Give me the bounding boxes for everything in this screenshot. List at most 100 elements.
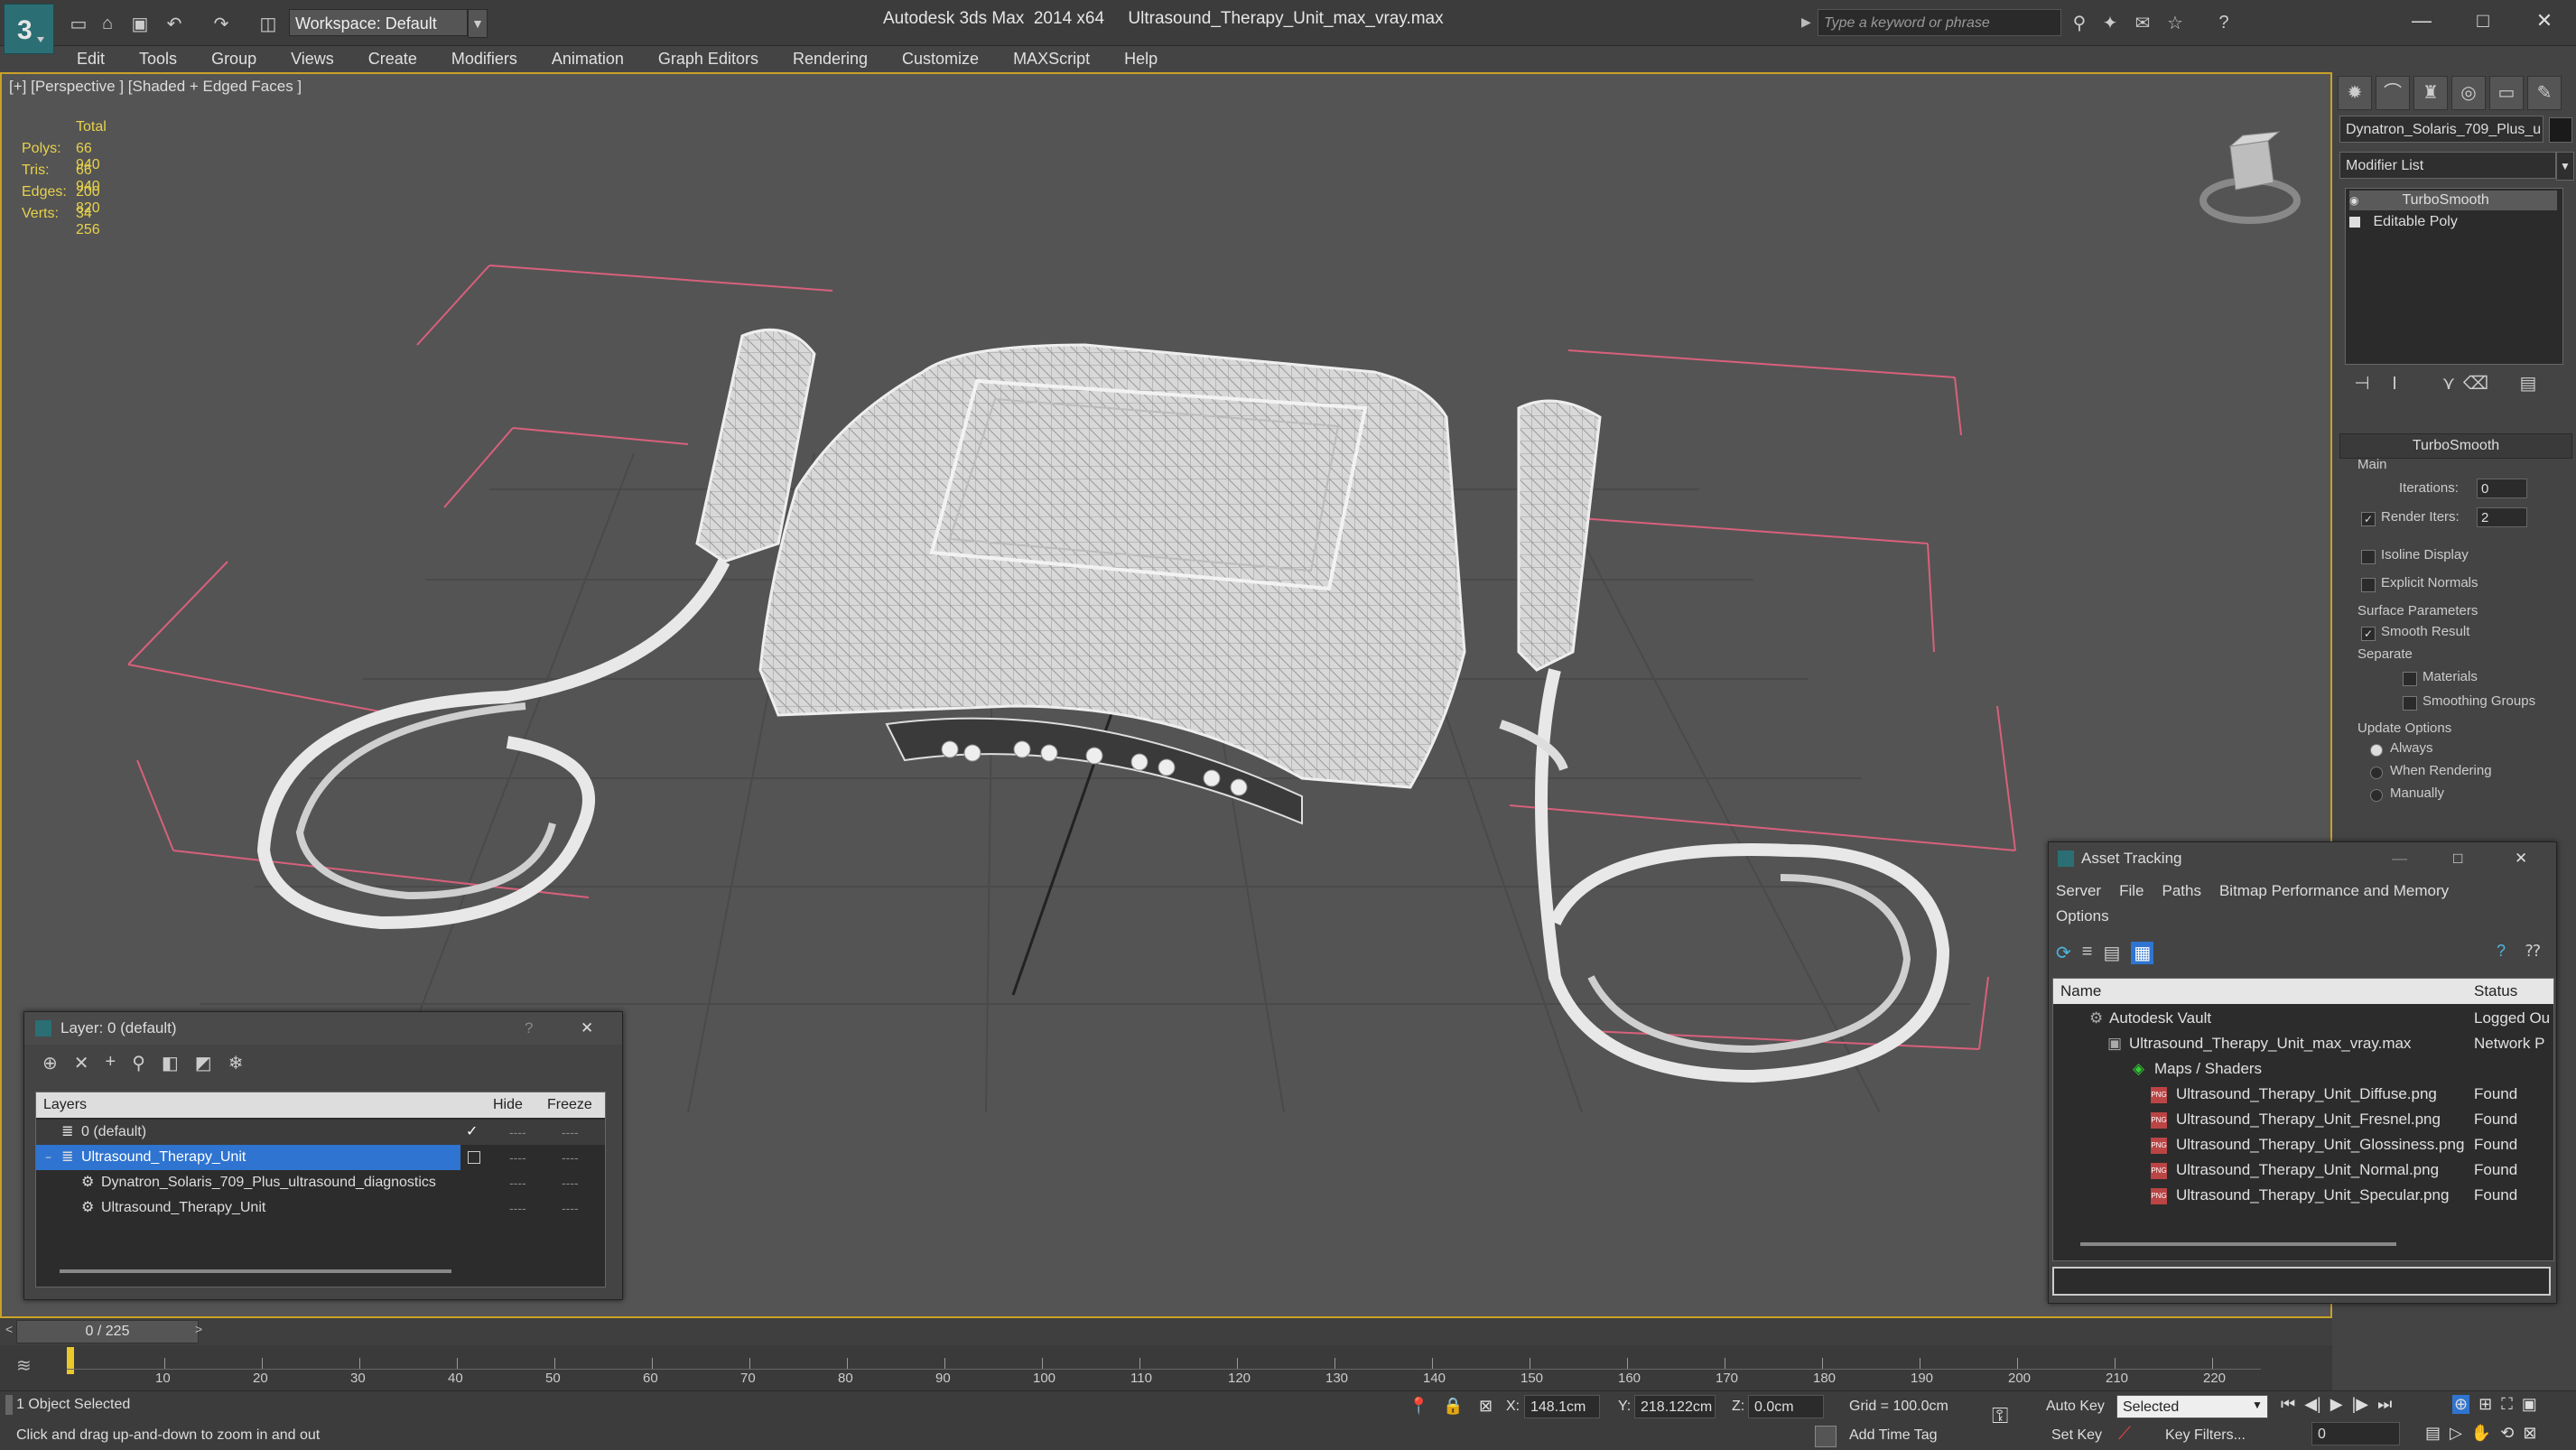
- menu-create[interactable]: Create: [351, 45, 434, 72]
- subscription-icon[interactable]: ✦: [2098, 11, 2122, 34]
- current-frame-marker[interactable]: [67, 1347, 74, 1374]
- freeze-column-header[interactable]: Freeze: [547, 1092, 592, 1118]
- freeze-all-icon[interactable]: ❄: [228, 1052, 244, 1074]
- select-objects-icon[interactable]: ⚲: [132, 1052, 145, 1074]
- stack-item-editable-poly[interactable]: Editable Poly: [2349, 212, 2557, 232]
- delete-layer-icon[interactable]: ✕: [74, 1052, 89, 1074]
- viewport-label[interactable]: [+] [Perspective ] [Shaded + Edged Faces…: [9, 78, 302, 96]
- time-slider-thumb[interactable]: 0 / 225: [16, 1320, 199, 1343]
- help-icon[interactable]: ?: [2497, 942, 2506, 961]
- search-expand-icon[interactable]: ▶: [1801, 14, 1811, 30]
- lightbulb-icon[interactable]: ◉: [2349, 191, 2362, 210]
- right-probe-mesh[interactable]: [1499, 399, 1950, 1083]
- maximize-button[interactable]: □: [2453, 842, 2462, 875]
- y-coordinate-field[interactable]: 218.122cm: [1634, 1395, 1716, 1418]
- collapse-icon[interactable]: −: [45, 1145, 51, 1170]
- next-frame-icon[interactable]: >: [195, 1322, 202, 1336]
- next-key-icon[interactable]: |▶: [2352, 1395, 2369, 1414]
- orbit-icon[interactable]: ⟲: [2500, 1424, 2514, 1443]
- turbosmooth-rollout-header[interactable]: TurboSmooth: [2339, 433, 2572, 459]
- horizontal-scrollbar[interactable]: [2080, 1242, 2396, 1246]
- iterations-spinner[interactable]: 0: [2477, 479, 2527, 498]
- layer-manager-titlebar[interactable]: Layer: 0 (default) ? ✕: [24, 1012, 622, 1045]
- help-icon[interactable]: ?: [2212, 11, 2236, 34]
- modifier-list-dropdown[interactable]: Modifier List: [2339, 152, 2556, 179]
- chevron-down-icon[interactable]: ▼: [468, 9, 488, 38]
- question-context-icon[interactable]: ⁇: [2525, 942, 2541, 961]
- maximize-viewport-icon[interactable]: ▣: [2522, 1395, 2537, 1414]
- set-active-box[interactable]: [468, 1151, 480, 1164]
- hierarchy-tab-icon[interactable]: ♜: [2413, 76, 2448, 110]
- asset-row[interactable]: PNG Ultrasound_Therapy_Unit_Glossiness.p…: [2053, 1132, 2553, 1157]
- detail-view-icon[interactable]: ▤: [2103, 942, 2120, 964]
- smooth-result-checkbox[interactable]: ✓: [2361, 627, 2376, 641]
- zoom-all-icon[interactable]: ⊞: [2478, 1395, 2492, 1414]
- zoom-extents-icon[interactable]: ⛶: [2501, 1395, 2513, 1414]
- freeze-toggle[interactable]: ----: [562, 1120, 579, 1145]
- motion-tab-icon[interactable]: ◎: [2451, 76, 2486, 110]
- isolate-selection-icon[interactable]: 📍: [1409, 1397, 1428, 1416]
- asset-row[interactable]: PNG Ultrasound_Therapy_Unit_Fresnel.png …: [2053, 1107, 2553, 1132]
- menu-animation[interactable]: Animation: [535, 45, 641, 72]
- close-icon[interactable]: ✕: [2515, 842, 2527, 875]
- layer-row[interactable]: ≣ 0 (default) ✓ ---- ----: [36, 1120, 605, 1145]
- previous-key-icon[interactable]: ◀|: [2304, 1395, 2321, 1414]
- menu-modifiers[interactable]: Modifiers: [434, 45, 535, 72]
- layer-row[interactable]: − ≣ Ultrasound_Therapy_Unit ---- ----: [36, 1145, 605, 1170]
- project-folder-icon[interactable]: ◫: [256, 12, 280, 35]
- search-input[interactable]: Type a keyword or phrase: [1818, 9, 2061, 36]
- close-icon[interactable]: ✕: [581, 1012, 593, 1045]
- maxscript-listener-grip[interactable]: [5, 1395, 13, 1415]
- menu-tools[interactable]: Tools: [122, 45, 194, 72]
- auto-key-button[interactable]: Auto Key: [2046, 1399, 2105, 1415]
- z-coordinate-field[interactable]: 0.0cm: [1748, 1395, 1824, 1418]
- asset-row[interactable]: PNG Ultrasound_Therapy_Unit_Specular.png…: [2053, 1183, 2553, 1208]
- menu-options[interactable]: Options: [2056, 907, 2109, 925]
- render-iters-spinner[interactable]: 2: [2477, 507, 2527, 527]
- menu-rendering[interactable]: Rendering: [776, 45, 885, 72]
- freeze-toggle[interactable]: ----: [562, 1170, 579, 1195]
- communication-icon[interactable]: ✉: [2131, 11, 2154, 34]
- pan-view-icon[interactable]: ✋: [2471, 1424, 2491, 1443]
- smoothing-groups-checkbox[interactable]: [2403, 696, 2417, 711]
- explicit-normals-checkbox[interactable]: [2361, 578, 2376, 592]
- menu-group[interactable]: Group: [194, 45, 274, 72]
- go-to-end-icon[interactable]: ⏭: [2377, 1395, 2392, 1414]
- remove-modifier-icon[interactable]: ⌫: [2462, 370, 2489, 397]
- asset-row[interactable]: ◈ Maps / Shaders: [2053, 1056, 2553, 1082]
- ultrasound-unit-mesh[interactable]: [758, 343, 1466, 825]
- freeze-toggle[interactable]: ----: [562, 1195, 579, 1221]
- materials-checkbox[interactable]: [2403, 672, 2417, 686]
- min-max-toggle-icon[interactable]: ⊠: [2523, 1424, 2536, 1443]
- play-icon[interactable]: ▶: [2330, 1395, 2343, 1414]
- binoculars-icon[interactable]: ⚲: [2068, 11, 2091, 34]
- highlight-layer-icon[interactable]: ◧: [162, 1052, 179, 1074]
- display-tab-icon[interactable]: ▭: [2489, 76, 2524, 110]
- key-mode-dropdown[interactable]: Selected: [2116, 1395, 2268, 1418]
- left-probe-mesh[interactable]: [256, 328, 816, 930]
- redo-icon[interactable]: ↷: [209, 12, 233, 35]
- menu-maxscript[interactable]: MAXScript: [996, 45, 1107, 72]
- asset-row[interactable]: PNG Ultrasound_Therapy_Unit_Diffuse.png …: [2053, 1082, 2553, 1107]
- time-tag-icon[interactable]: [1815, 1426, 1837, 1447]
- freeze-toggle[interactable]: ----: [562, 1145, 579, 1170]
- chevron-down-icon[interactable]: ▼: [2556, 152, 2574, 181]
- status-column-header[interactable]: Status: [2474, 979, 2517, 1004]
- configure-modifier-sets-icon[interactable]: ▤: [2515, 370, 2542, 397]
- hide-toggle[interactable]: ----: [509, 1170, 526, 1195]
- hide-toggle[interactable]: ----: [509, 1195, 526, 1221]
- asset-row[interactable]: ▣ Ultrasound_Therapy_Unit_max_vray.max N…: [2053, 1031, 2553, 1056]
- pin-stack-icon[interactable]: ⊣: [2348, 370, 2376, 397]
- favorites-star-icon[interactable]: ☆: [2163, 11, 2187, 34]
- make-unique-icon[interactable]: ⋎: [2435, 370, 2462, 397]
- previous-frame-icon[interactable]: <: [5, 1322, 13, 1336]
- save-icon[interactable]: ▣: [128, 12, 152, 35]
- menu-views[interactable]: Views: [274, 45, 351, 72]
- open-file-icon[interactable]: ⌂: [96, 12, 119, 35]
- add-to-layer-icon[interactable]: +: [106, 1052, 116, 1074]
- new-file-icon[interactable]: ▭: [67, 12, 90, 35]
- refresh-icon[interactable]: ⟳: [2056, 942, 2071, 964]
- minimize-button[interactable]: —: [2404, 5, 2440, 36]
- layers-column-header[interactable]: Layers: [43, 1092, 87, 1118]
- menu-bitmap-performance[interactable]: Bitmap Performance and Memory: [2219, 882, 2449, 900]
